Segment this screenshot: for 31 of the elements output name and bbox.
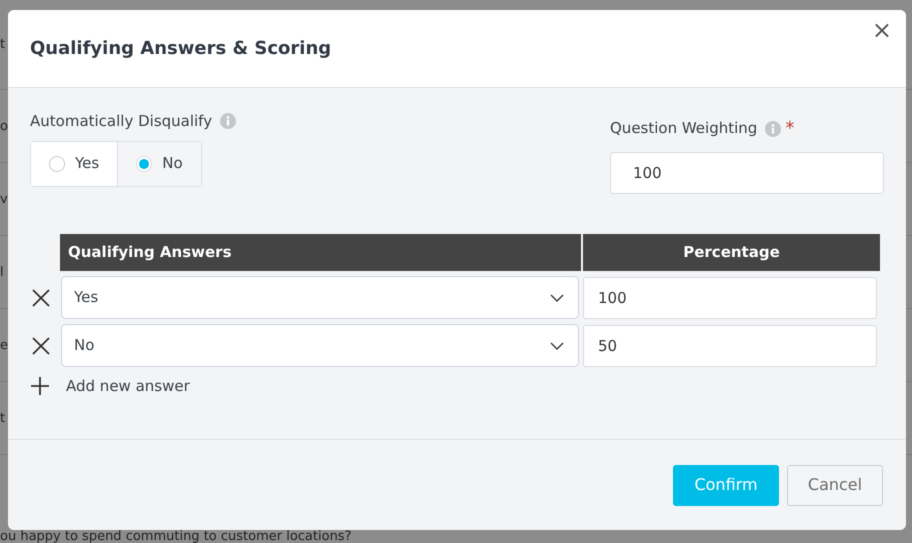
remove-icon[interactable] xyxy=(30,334,52,356)
add-answer-link[interactable]: Add new answer xyxy=(66,375,190,398)
required-marker: * xyxy=(785,117,794,141)
radio-option[interactable]: No xyxy=(117,142,201,186)
weighting-input[interactable]: 100 xyxy=(610,152,884,194)
chevron-down-icon xyxy=(550,342,564,350)
background-text: e xyxy=(0,338,8,352)
field-label: Automatically Disqualify xyxy=(30,111,212,132)
background-text: l xyxy=(0,266,4,278)
dialog-title: Qualifying Answers & Scoring xyxy=(30,37,332,61)
remove-icon[interactable] xyxy=(30,286,52,308)
field-label: Question Weighting xyxy=(610,118,758,140)
info-icon[interactable] xyxy=(765,120,782,136)
question-text: ou happy to spend commuting to customer locations? xyxy=(0,530,352,543)
background-text: t xyxy=(0,38,6,51)
background-text: v xyxy=(0,192,8,206)
info-icon[interactable] xyxy=(220,113,236,130)
close-button[interactable]: × xyxy=(868,16,896,44)
percentage-input[interactable]: 50 xyxy=(583,324,877,366)
chevron-down-icon xyxy=(550,294,564,302)
radio-button[interactable] xyxy=(136,156,152,172)
background-text: t xyxy=(0,412,6,424)
background-text: o xyxy=(0,120,8,132)
cancel-button[interactable]: Cancel xyxy=(787,464,883,506)
answer-dropdown[interactable]: No xyxy=(61,324,579,367)
answer-dropdown[interactable]: Yes xyxy=(61,276,579,319)
radio-button[interactable] xyxy=(49,156,65,172)
percentage-input[interactable]: 100 xyxy=(583,276,877,318)
plus-icon[interactable] xyxy=(30,376,50,396)
column-header: Percentage xyxy=(583,234,880,271)
column-header: Qualifying Answers xyxy=(60,234,581,271)
